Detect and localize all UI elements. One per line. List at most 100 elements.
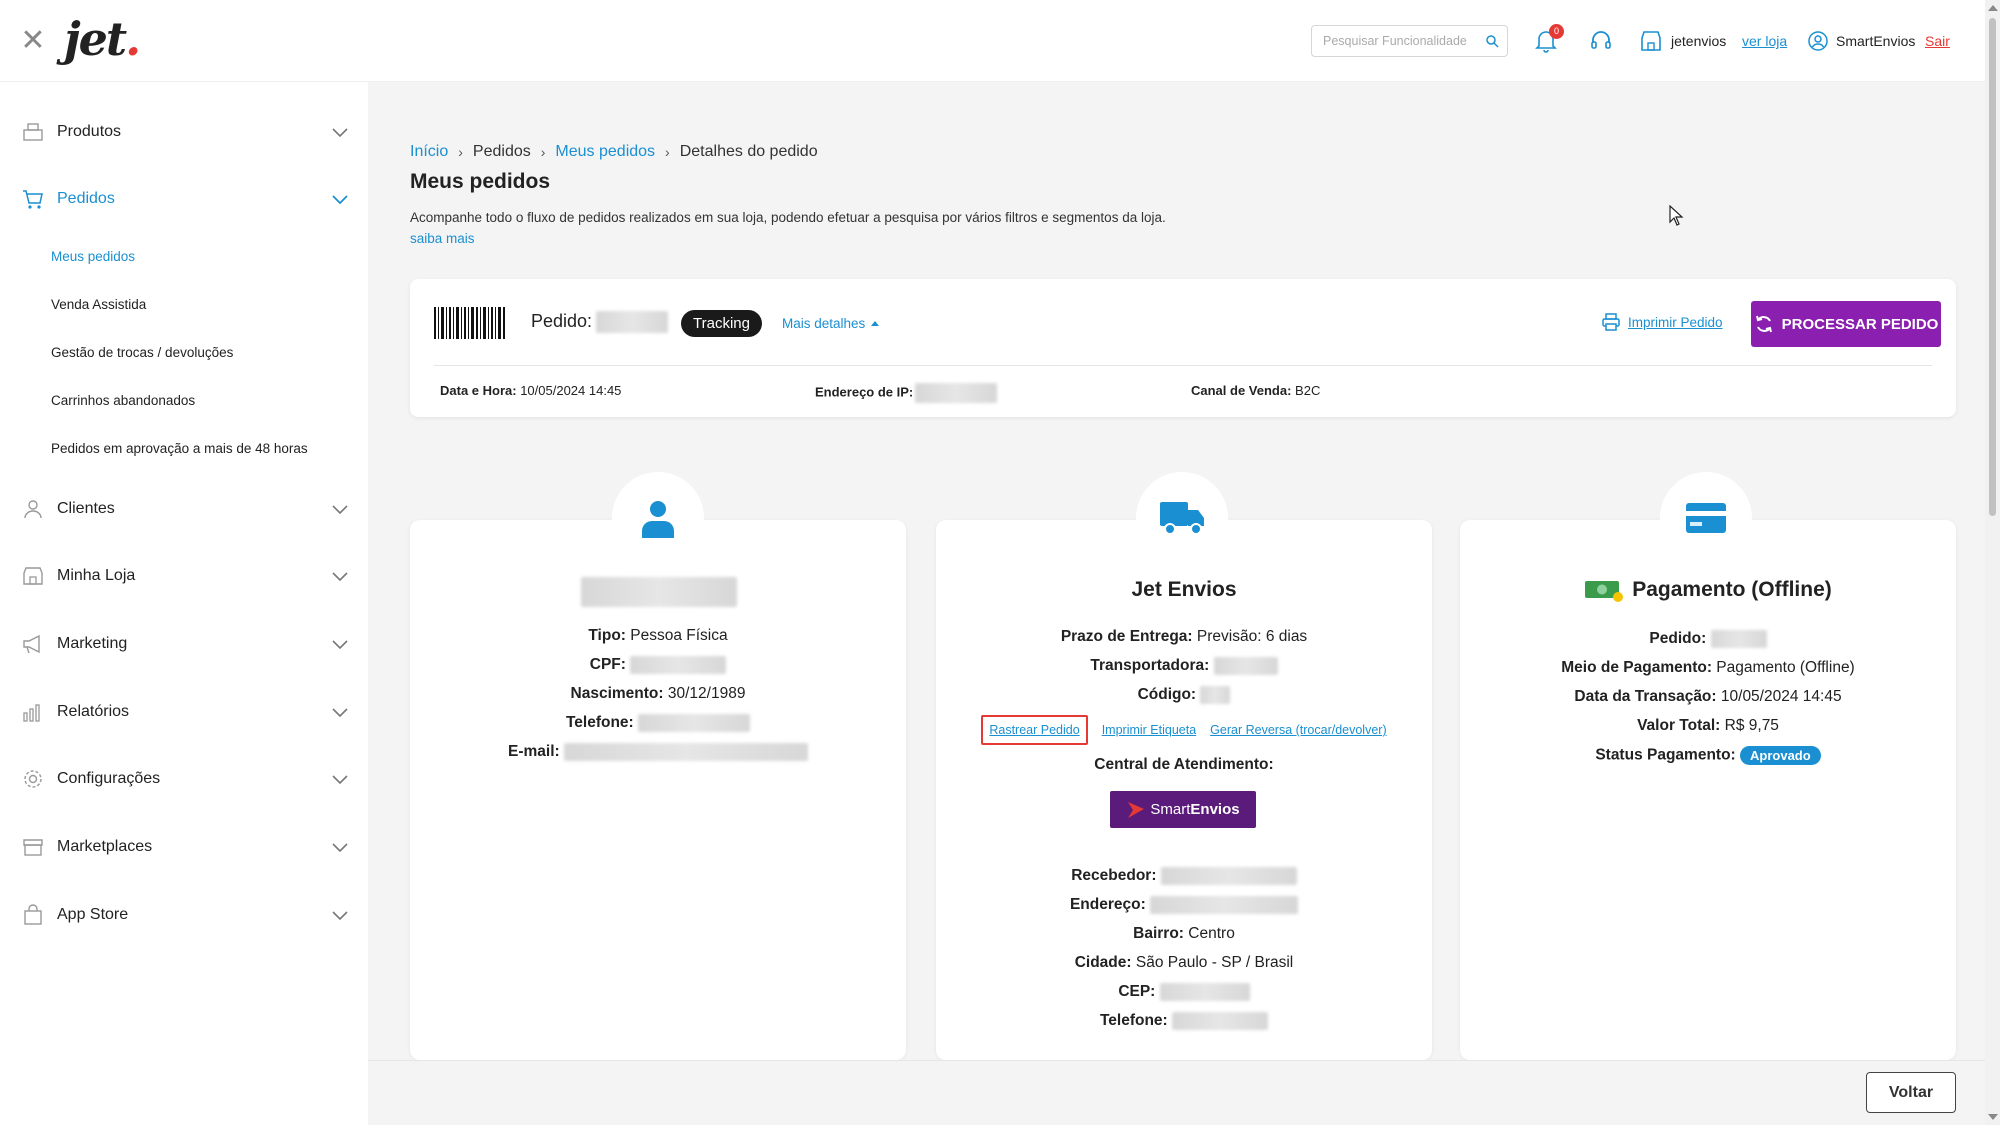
smartenvios-logo-text-b: Envios [1190,801,1240,818]
breadcrumb: Início › Pedidos › Meus pedidos › Detalh… [410,143,818,161]
voltar-button[interactable]: Voltar [1866,1072,1956,1113]
shipping-title: Jet Envios [1131,578,1237,601]
shipping-card: Jet Envios Prazo de Entrega: Previsão: 6… [936,520,1432,1060]
order-ip: Endereço de IP: [815,383,998,403]
person-icon [642,501,674,538]
payment-pedido: Pedido: [1460,630,1956,648]
payment-data: Data da Transação: 10/05/2024 14:45 [1574,688,1842,705]
mais-detalhes-label: Mais detalhes [782,316,866,331]
bag-icon [24,904,42,925]
page-description: Acompanhe todo o fluxo de pedidos realiz… [410,210,1166,225]
sidebar-item-minha-loja[interactable]: Minha Loja [0,554,368,598]
scroll-down-arrow[interactable] [1988,1114,1998,1120]
gerar-reversa-link[interactable]: Gerar Reversa (trocar/devolver) [1210,723,1386,737]
headset-icon [1591,31,1611,49]
sidebar-sub-carrinhos[interactable]: Carrinhos abandonados [51,393,195,408]
payment-status: Status Pagamento: Aprovado [1460,746,1956,765]
caret-up-icon [871,321,880,326]
search-icon[interactable] [1485,34,1499,48]
store-icon [23,567,43,585]
shipping-codigo: Código: [936,686,1432,704]
sidebar-item-configuracoes[interactable]: Configurações [0,757,368,801]
order-number-label: Pedido: [531,311,593,331]
logout-link[interactable]: Sair [1925,26,1950,56]
close-icon[interactable]: ✕ [20,26,46,56]
mouse-cursor-icon [1669,205,1684,226]
support-button[interactable] [1589,26,1613,56]
processar-pedido-button[interactable]: PROCESSAR PEDIDO [1751,301,1941,347]
smartenvios-logo[interactable]: Smart Envios [1110,791,1256,828]
customer-nascimento: Nascimento: 30/12/1989 [570,685,746,702]
customer-name-redacted [581,577,737,607]
payment-meio: Meio de Pagamento: Pagamento (Offline) [1561,659,1855,676]
user-name: SmartEnvios [1836,33,1916,49]
sidebar-item-clientes[interactable]: Clientes [0,487,368,531]
breadcrumb-meus-pedidos[interactable]: Meus pedidos [555,143,655,161]
customer-email: E-mail: [410,743,906,761]
truck-icon [1160,502,1204,535]
imprimir-etiqueta-link[interactable]: Imprimir Etiqueta [1102,723,1196,737]
payment-card: Pagamento (Offline) Pedido: Meio de Paga… [1460,520,1956,1060]
chevron-down-icon[interactable] [331,500,349,518]
imprimir-pedido-link[interactable]: Imprimir Pedido [1602,313,1723,331]
sidebar-sub-meus-pedidos[interactable]: Meus pedidos [51,249,135,264]
notifications-button[interactable]: 0 [1535,24,1564,56]
scroll-up-arrow[interactable] [1988,5,1998,11]
payment-title: Pagamento (Offline) [1460,578,1956,602]
breadcrumb-detalhes: Detalhes do pedido [679,143,818,160]
shipping-cidade: Cidade: São Paulo - SP / Brasil [1074,954,1294,971]
sidebar-item-marketplaces[interactable]: Marketplaces [0,825,368,869]
payment-title-text: Pagamento (Offline) [1632,578,1832,601]
store-selector[interactable]: jetenvios [1639,26,1726,56]
search-input[interactable] [1312,26,1472,56]
sidebar-item-produtos[interactable]: Produtos [0,110,368,154]
order-summary-card: Pedido: Tracking Mais detalhes Imprimir … [410,279,1956,417]
sidebar-sub-trocas[interactable]: Gestão de trocas / devoluções [51,345,233,360]
sidebar-item-marketing[interactable]: Marketing [0,622,368,666]
chevron-down-icon[interactable] [331,123,349,141]
chevron-down-icon[interactable] [331,838,349,856]
chevron-down-icon[interactable] [331,770,349,788]
credit-card-icon [1686,503,1726,533]
page-title: Meus pedidos [410,170,551,193]
ver-loja-link[interactable]: ver loja [1742,26,1787,56]
chevron-down-icon[interactable] [331,906,349,924]
smartenvios-logo-mark [1128,801,1145,818]
customer-avatar-circle [612,472,704,564]
sidebar: Produtos Pedidos Meus pedidos Venda Assi… [0,82,368,1125]
rastrear-pedido-link[interactable]: Rastrear Pedido [981,715,1088,745]
shipping-endereco: Endereço: [936,896,1432,914]
scroll-thumb[interactable] [1989,18,1996,516]
shipping-transportadora: Transportadora: [936,657,1432,675]
saiba-mais-link[interactable]: saiba mais [410,231,475,246]
sidebar-item-app-store[interactable]: App Store [0,893,368,937]
chevron-down-icon[interactable] [331,190,349,208]
user-menu[interactable]: SmartEnvios [1808,26,1915,56]
ip-redacted [915,383,998,403]
customer-cpf: CPF: [410,656,906,674]
chevron-down-icon[interactable] [331,703,349,721]
sidebar-sub-aprovacao[interactable]: Pedidos em aprovação a mais de 48 horas [51,441,308,456]
payment-valor: Valor Total: R$ 9,75 [1637,717,1779,734]
vertical-scrollbar[interactable] [1985,0,2000,1125]
chevron-down-icon[interactable] [331,567,349,585]
status-badge: Aprovado [1740,746,1821,765]
shipping-prazo: Prazo de Entrega: Previsão: 6 dias [1060,628,1308,645]
sidebar-item-pedidos[interactable]: Pedidos [0,177,368,221]
megaphone-icon [23,634,40,654]
top-header: ✕ jet. 0 jetenvios ver loja SmartEnvios … [0,0,1985,82]
sidebar-sub-venda-assistida[interactable]: Venda Assistida [51,297,146,312]
search-box[interactable] [1311,25,1508,57]
chevron-down-icon[interactable] [331,635,349,653]
breadcrumb-inicio[interactable]: Início [410,143,448,161]
breadcrumb-separator: › [540,144,546,160]
customer-card: Tipo: Pessoa Física CPF: Nascimento: 30/… [410,520,906,1060]
breadcrumb-separator: › [458,144,463,160]
marketplace-icon [23,839,43,856]
shipping-telefone: Telefone: [936,1012,1432,1030]
sidebar-item-relatorios[interactable]: Relatórios [0,690,368,734]
mais-detalhes-toggle[interactable]: Mais detalhes [782,316,880,331]
logo[interactable]: jet. [64,12,141,66]
payment-icon-circle [1660,472,1752,564]
person-icon [24,500,42,519]
